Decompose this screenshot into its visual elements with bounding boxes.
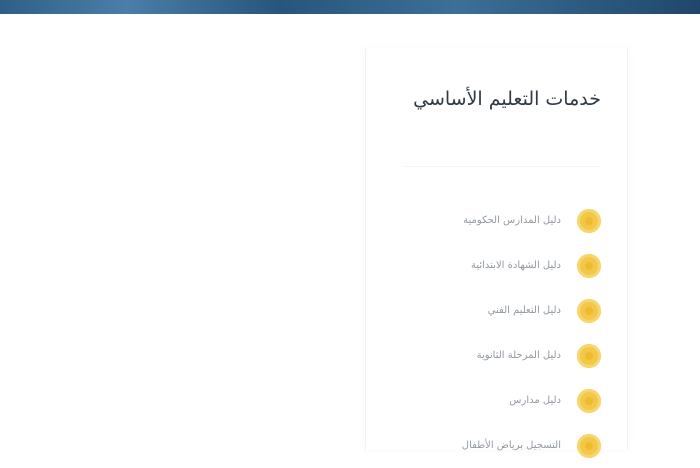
service-item-technical-education[interactable]: دليل التعليم الفني [391, 288, 601, 333]
yellow-bullet-icon [577, 433, 601, 458]
service-label: دليل الشهادة الابتدائية [470, 259, 561, 271]
title-divider [405, 166, 601, 167]
service-item-kindergarten-registration[interactable]: التسجيل برياض الأطفال [391, 423, 601, 468]
yellow-bullet-icon [577, 208, 601, 233]
yellow-bullet-icon [577, 298, 601, 323]
service-label: التسجيل برياض الأطفال [461, 439, 561, 451]
service-item-secondary-stage[interactable]: دليل المرحلة الثانوية [391, 333, 601, 378]
yellow-bullet-icon [577, 343, 601, 368]
service-item-schools[interactable]: دليل مدارس [391, 378, 601, 423]
service-label: دليل التعليم الفني [487, 304, 561, 316]
service-label: دليل المدارس الحكومية [463, 214, 561, 226]
service-item-primary-certificate[interactable]: دليل الشهادة الابتدائية [391, 243, 601, 288]
yellow-bullet-icon [577, 388, 601, 413]
service-label: دليل مدارس [509, 394, 561, 406]
panel-title: خدمات التعليم الأساسي [413, 88, 601, 110]
service-item-government-schools[interactable]: دليل المدارس الحكومية [391, 198, 601, 243]
service-list: دليل المدارس الحكومية دليل الشهادة الابت… [391, 198, 601, 468]
top-banner-strip [0, 0, 700, 14]
basic-education-services-panel: خدمات التعليم الأساسي دليل المدارس الحكو… [365, 48, 628, 458]
yellow-bullet-icon [577, 253, 601, 278]
service-label: دليل المرحلة الثانوية [476, 349, 561, 361]
